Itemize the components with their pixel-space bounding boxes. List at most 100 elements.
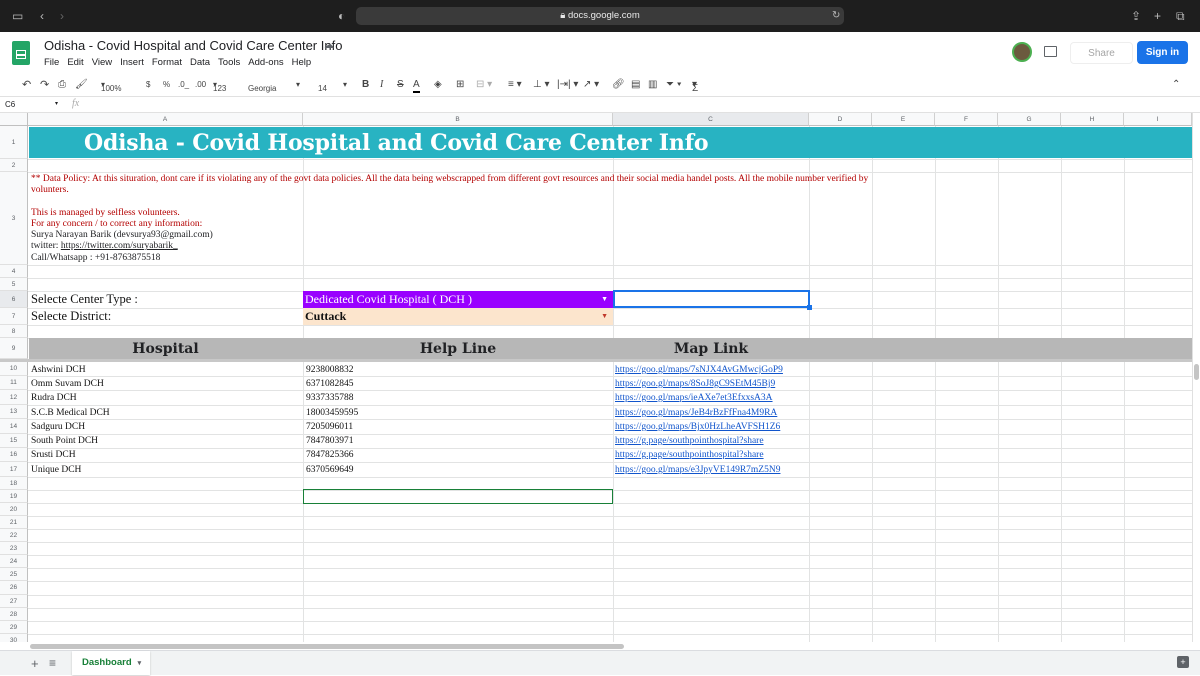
row-header[interactable]: 4 xyxy=(0,265,28,278)
menu-addons[interactable]: Add-ons xyxy=(248,57,283,68)
row-header[interactable]: 13 xyxy=(0,405,28,419)
twitter-link[interactable]: https://twitter.com/suryabarik_ xyxy=(61,241,178,251)
horizontal-scrollbar[interactable] xyxy=(28,642,1192,650)
vertical-scrollbar[interactable] xyxy=(1192,113,1200,642)
row-header[interactable]: 19 xyxy=(0,490,28,503)
menu-view[interactable]: View xyxy=(92,57,112,68)
new-tab-icon[interactable]: + xyxy=(1154,8,1161,24)
sheet-tab-menu-icon[interactable]: ▾ xyxy=(138,660,142,667)
name-box-dropdown-icon[interactable]: ▾ xyxy=(55,100,58,107)
scrollbar-thumb[interactable] xyxy=(1194,364,1199,380)
row-header[interactable]: 12 xyxy=(0,390,28,405)
horizontal-align-icon[interactable]: ≡ ▾ xyxy=(508,79,522,91)
map-link[interactable]: https://goo.gl/maps/Bjx0HzLheAVFSH1Z6 xyxy=(615,420,780,434)
dropdown-arrow-icon[interactable]: ▼ xyxy=(601,308,608,325)
fill-color-icon[interactable]: ◈ xyxy=(434,79,442,91)
column-header-g[interactable]: G xyxy=(998,113,1061,126)
column-header-h[interactable]: H xyxy=(1061,113,1124,126)
map-link[interactable]: https://g.page/southpointhospital?share xyxy=(615,448,764,462)
functions-button[interactable]: Σ ▾ xyxy=(692,79,698,94)
more-formats-select[interactable]: 123 ▾ xyxy=(213,79,226,93)
share-button[interactable]: Share xyxy=(1070,42,1133,64)
menu-file[interactable]: File xyxy=(44,57,59,68)
sheets-logo-icon[interactable] xyxy=(12,41,30,65)
row-header[interactable]: 7 xyxy=(0,308,28,325)
undo-icon[interactable]: ↶ xyxy=(22,79,31,91)
row-header[interactable]: 26 xyxy=(0,581,28,595)
sidebar-toggle-icon[interactable]: ▭ xyxy=(12,8,23,24)
filter-icon[interactable]: ⏷ ▾ xyxy=(666,79,682,91)
column-header-c[interactable]: C xyxy=(613,113,809,126)
text-wrap-icon[interactable]: |⇥| ▾ xyxy=(557,79,578,91)
row-header[interactable]: 17 xyxy=(0,462,28,477)
merge-cells-icon[interactable]: ⊟ ▾ xyxy=(476,79,492,91)
back-icon[interactable]: ‹ xyxy=(40,8,44,24)
cell-selection-outline[interactable] xyxy=(303,489,613,504)
row-header[interactable]: 21 xyxy=(0,516,28,529)
percent-format-button[interactable]: % xyxy=(163,79,170,91)
map-link[interactable]: https://goo.gl/maps/7sNJX4AvGMwcjGoP9 xyxy=(615,363,783,377)
row-header[interactable]: 22 xyxy=(0,529,28,542)
district-dropdown[interactable]: Cuttack ▼ xyxy=(303,308,613,325)
menu-tools[interactable]: Tools xyxy=(218,57,240,68)
select-all-corner[interactable] xyxy=(0,113,28,126)
sheet-tab-dashboard[interactable]: Dashboard ▾ xyxy=(72,651,150,675)
vertical-align-icon[interactable]: ⊥ ▾ xyxy=(533,79,550,91)
map-link[interactable]: https://goo.gl/maps/8SoJ8gC9SEtM45Bj9 xyxy=(615,377,775,391)
all-sheets-icon[interactable]: ≡ xyxy=(49,656,56,670)
reload-icon[interactable]: ↻ xyxy=(832,8,840,24)
text-rotation-icon[interactable]: ↗ ▾ xyxy=(583,79,599,91)
map-link[interactable]: https://goo.gl/maps/ieAXe7et3EfxxsA3A xyxy=(615,391,773,405)
data-policy-note[interactable]: ** Data Policy: At this situration, dont… xyxy=(31,174,941,264)
address-bar[interactable]: 🔒︎ docs.google.com xyxy=(356,7,844,25)
freeze-divider[interactable] xyxy=(0,359,1192,362)
row-header[interactable]: 20 xyxy=(0,503,28,516)
print-icon[interactable]: ⎙ xyxy=(58,79,66,91)
row-header[interactable]: 29 xyxy=(0,621,28,634)
redo-icon[interactable]: ↷ xyxy=(40,79,49,91)
column-header-e[interactable]: E xyxy=(872,113,935,126)
comment-icon[interactable] xyxy=(1044,46,1057,57)
row-header[interactable]: 3 xyxy=(0,172,28,265)
column-header-f[interactable]: F xyxy=(935,113,998,126)
row-header[interactable]: 28 xyxy=(0,608,28,621)
add-sheet-icon[interactable]: + xyxy=(31,656,39,671)
row-header[interactable]: 2 xyxy=(0,159,28,172)
currency-format-button[interactable]: $ xyxy=(146,79,150,91)
sign-in-button[interactable]: Sign in xyxy=(1137,41,1188,64)
map-link[interactable]: https://g.page/southpointhospital?share xyxy=(615,434,764,448)
text-color-button[interactable]: A xyxy=(413,79,420,93)
row-header[interactable]: 24 xyxy=(0,555,28,568)
menu-data[interactable]: Data xyxy=(190,57,210,68)
collapse-toolbar-icon[interactable]: ⌃ xyxy=(1172,79,1180,91)
row-header[interactable]: 14 xyxy=(0,419,28,434)
menu-format[interactable]: Format xyxy=(152,57,182,68)
borders-icon[interactable]: ⊞ xyxy=(456,79,464,91)
map-link[interactable]: https://goo.gl/maps/JeB4rBzFfFna4M9RA xyxy=(615,406,777,420)
document-title[interactable]: Odisha - Covid Hospital and Covid Care C… xyxy=(44,38,342,53)
column-header-i[interactable]: I xyxy=(1124,113,1192,126)
avatar[interactable] xyxy=(1012,42,1032,62)
row-header[interactable]: 30 xyxy=(0,634,28,642)
active-cell-selection[interactable] xyxy=(613,290,812,310)
bold-button[interactable]: B xyxy=(362,79,369,91)
row-header[interactable]: 1 xyxy=(0,126,28,159)
paint-format-icon[interactable]: 🖌︎ xyxy=(75,79,88,91)
zoom-select[interactable]: 100% ▾ xyxy=(101,79,121,93)
share-page-icon[interactable]: ⇪ xyxy=(1131,8,1141,24)
strikethrough-button[interactable]: S xyxy=(397,79,404,91)
row-header[interactable]: 16 xyxy=(0,448,28,462)
row-header[interactable]: 10 xyxy=(0,362,28,376)
forward-icon[interactable]: › xyxy=(60,8,64,24)
decrease-decimal-button[interactable]: .0_ xyxy=(178,79,189,91)
row-header[interactable]: 5 xyxy=(0,278,28,291)
row-header[interactable]: 18 xyxy=(0,477,28,490)
dropdown-arrow-icon[interactable]: ▼ xyxy=(601,291,608,308)
row-header[interactable]: 8 xyxy=(0,325,28,338)
insert-link-icon[interactable]: 🔗︎ xyxy=(612,79,625,91)
menu-help[interactable]: Help xyxy=(292,57,312,68)
italic-button[interactable]: I xyxy=(380,79,383,91)
explore-icon[interactable]: + xyxy=(1177,656,1189,668)
row-header[interactable]: 25 xyxy=(0,568,28,581)
cloud-status-icon[interactable]: ☁ xyxy=(324,40,334,51)
